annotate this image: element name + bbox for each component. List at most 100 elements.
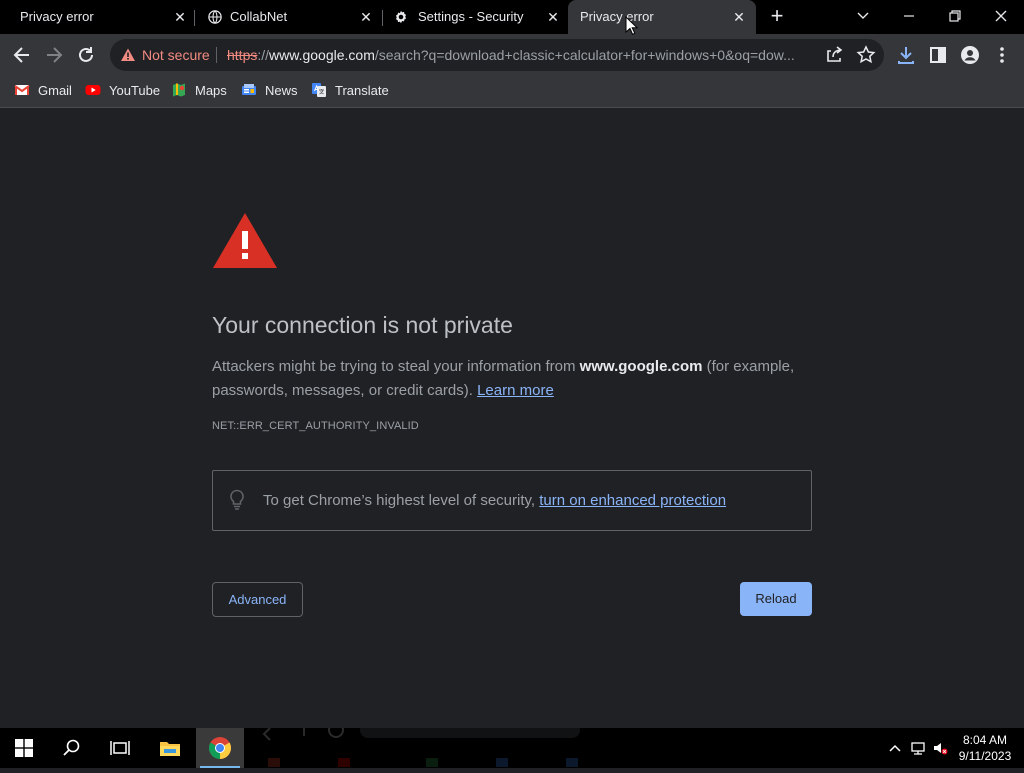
bookmark-translate[interactable]: Translate [311,76,389,104]
address-bar[interactable]: Not secure https://www.google.com/search… [110,39,884,71]
learn-more-link[interactable]: Learn more [477,382,554,399]
arrow-left-icon [13,47,29,63]
tab-search-button[interactable] [848,4,878,28]
youtube-icon [85,85,101,95]
bookmark-news[interactable]: News [241,76,298,104]
bookmark-label: Maps [195,82,227,98]
gmail-icon [14,85,30,95]
tab-privacy-error-1[interactable]: Privacy error ✕ [0,0,192,34]
network-icon[interactable] [910,740,926,756]
tab-separator [194,10,195,26]
advanced-button[interactable]: Advanced [212,582,303,617]
reload-toolbar-button[interactable] [74,43,98,67]
file-explorer-button[interactable] [146,728,194,768]
not-secure-label[interactable]: Not secure [142,47,210,63]
task-view-button[interactable] [96,728,144,768]
tab-title: Privacy error [20,9,94,24]
url-path: /search?q=download+classic+calculator+fo… [374,47,795,63]
url-scheme: https [227,47,258,63]
task-view-icon [110,741,130,755]
enhanced-protection-link[interactable]: turn on enhanced protection [539,492,726,509]
volume-muted-icon[interactable] [932,740,948,756]
forward-button[interactable] [42,43,66,67]
taskbar-clock[interactable]: 8:04 AM 9/11/2023 [954,732,1016,764]
minimize-button[interactable] [894,4,924,28]
person-icon [961,46,979,64]
browser-toolbar: Not secure https://www.google.com/search… [0,34,1024,76]
refresh-icon [79,47,93,62]
restore-button[interactable] [940,4,970,28]
star-icon [856,45,876,64]
clock-time: 8:04 AM [962,733,1008,747]
downloads-button[interactable] [894,43,918,67]
side-panel-button[interactable] [926,43,950,67]
omnibox-divider [216,47,217,63]
tab-title: Privacy error [580,9,654,24]
share-button[interactable] [822,43,846,67]
arrow-right-icon [47,47,63,63]
bookmarks-bar: Gmail YouTube Maps News Translate [0,76,1024,108]
window-preview-ghost [240,722,680,768]
bookmark-gmail[interactable]: Gmail [14,76,72,104]
tab-title: Settings - Security [418,9,524,24]
close-window-button[interactable] [986,4,1016,28]
share-icon [827,46,843,62]
chrome-taskbar-button[interactable] [196,728,244,768]
lightbulb-icon [230,489,244,510]
news-icon [242,84,256,95]
chevron-up-icon[interactable] [887,740,903,756]
bookmark-label: News [265,82,298,98]
profile-button[interactable] [958,43,982,67]
enhanced-protection-box: To get Chrome’s highest level of securit… [212,470,812,531]
clock-date: 9/11/2023 [958,749,1012,763]
privacy-error-page: Your connection is not private Attackers… [0,109,1024,728]
error-explanation: Attackers might be trying to steal your … [212,355,824,403]
bookmark-star-button[interactable] [854,43,878,67]
taskbar-search-button[interactable] [48,728,96,768]
tab-settings-security[interactable]: Settings - Security ✕ [384,0,568,34]
bookmark-label: YouTube [109,82,161,98]
new-tab-button[interactable]: + [766,5,788,28]
bookmark-youtube[interactable]: YouTube [85,76,160,104]
tab-title: CollabNet [230,9,288,24]
bookmark-label: Gmail [38,82,72,98]
kebab-menu-icon [1000,47,1004,63]
back-button[interactable] [10,43,34,67]
reload-button[interactable]: Reload [740,582,812,616]
warning-icon[interactable] [120,47,136,63]
tab-strip: Privacy error ✕ CollabNet ✕ Settings - S… [0,0,1024,34]
enhanced-protection-prompt: To get Chrome’s highest level of securit… [263,492,540,509]
url-host: www.google.com [269,47,375,63]
error-code: NET::ERR_CERT_AUTHORITY_INVALID [212,420,419,432]
warning-triangle-icon [213,213,277,268]
minimize-icon [904,15,914,17]
bookmark-label: Translate [335,82,389,98]
tab-close-icon[interactable]: ✕ [730,8,748,26]
url-text[interactable]: https://www.google.com/search?q=download… [227,47,812,63]
download-icon [898,47,914,64]
maps-icon [173,83,185,97]
enhanced-protection-text: To get Chrome’s highest level of securit… [263,492,726,509]
tab-privacy-error-active[interactable]: Privacy error ✕ [568,0,756,34]
tab-close-icon[interactable]: ✕ [544,8,562,26]
chrome-icon [209,737,231,759]
url-separator: :// [257,47,270,63]
translate-icon [312,83,326,97]
windows-taskbar: 8:04 AM 9/11/2023 [0,722,1024,768]
restore-icon [949,10,961,22]
side-panel-icon [930,47,946,63]
chevron-down-icon [857,12,869,19]
explanation-text: Attackers might be trying to steal your … [212,358,580,375]
tab-collabnet[interactable]: CollabNet ✕ [196,0,384,34]
folder-icon [160,742,180,756]
tab-close-icon[interactable]: ✕ [171,8,189,26]
windows-logo-icon [15,739,33,757]
page-title: Your connection is not private [212,312,513,338]
bookmark-maps[interactable]: Maps [171,76,227,104]
tab-close-icon[interactable]: ✕ [357,8,375,26]
globe-icon [208,10,222,24]
menu-button[interactable] [990,43,1014,67]
tab-separator [382,10,383,26]
start-button[interactable] [0,728,48,768]
gear-icon [395,10,407,24]
